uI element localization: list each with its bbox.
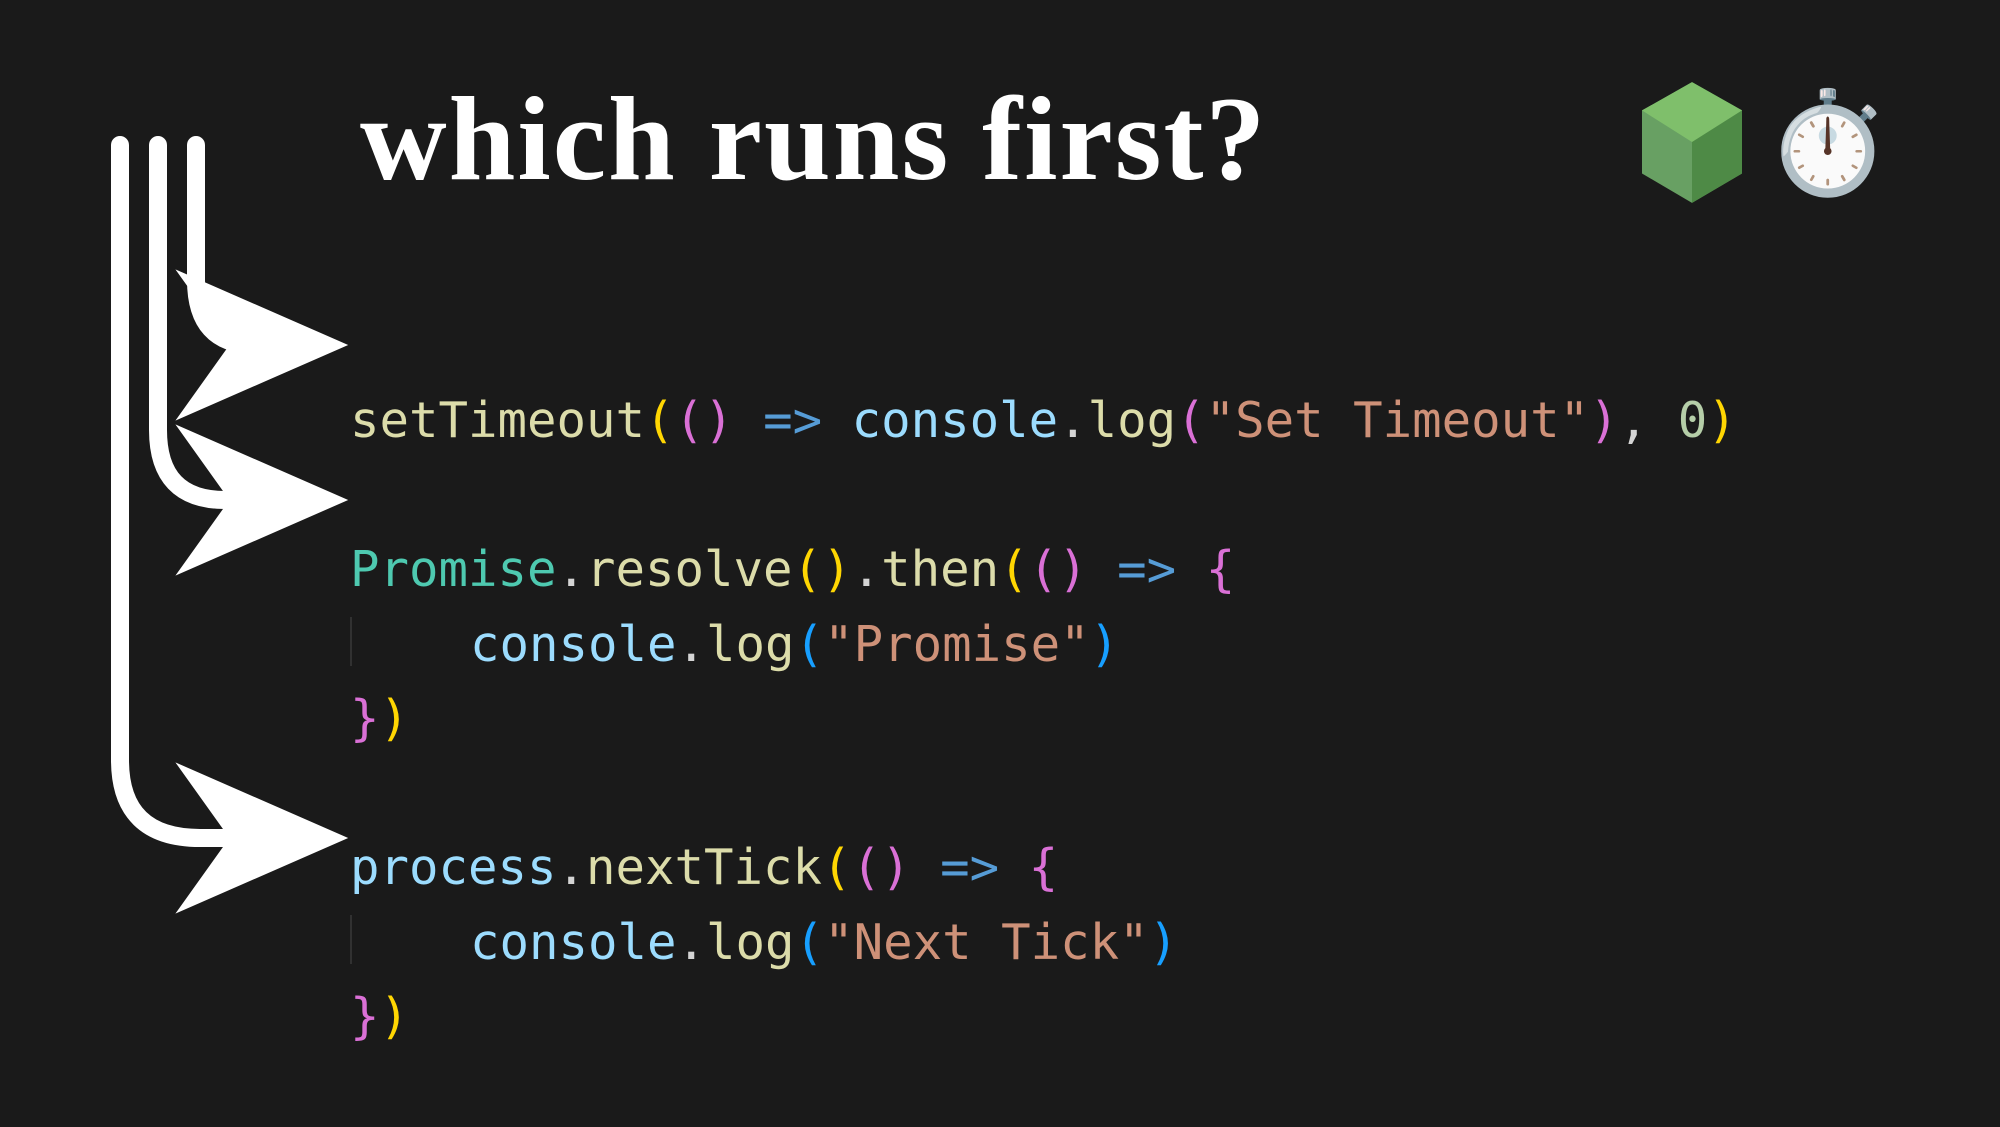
token-string-settimeout: "Set Timeout" xyxy=(1206,392,1590,449)
token-resolve: resolve xyxy=(586,541,793,598)
stopwatch-icon: ⏱️ xyxy=(1765,93,1890,193)
code-line-nexttick-body: console.log("Next Tick") xyxy=(350,914,1178,971)
token-settimeout: setTimeout xyxy=(350,392,645,449)
token-arrow: => xyxy=(763,392,822,449)
token-log: log xyxy=(1088,392,1177,449)
code-line-promise-open: Promise.resolve().then(() => { xyxy=(350,541,1235,598)
token-log: log xyxy=(706,616,795,673)
token-promise: Promise xyxy=(350,541,557,598)
token-nexttick: nextTick xyxy=(586,839,822,896)
token-console: console xyxy=(852,392,1059,449)
code-line-promise-body: console.log("Promise") xyxy=(350,616,1119,673)
code-line-promise-close: }) xyxy=(350,690,409,747)
token-log: log xyxy=(706,914,795,971)
token-process: process xyxy=(350,839,557,896)
token-console: console xyxy=(470,914,677,971)
code-line-nexttick-close: }) xyxy=(350,988,409,1045)
token-arrow: => xyxy=(1117,541,1176,598)
code-block: setTimeout(() => console.log("Set Timeou… xyxy=(350,310,1737,1055)
token-zero: 0 xyxy=(1678,392,1708,449)
node-logo-icon xyxy=(1637,80,1747,205)
arrow-to-nexttick xyxy=(120,145,305,838)
token-console: console xyxy=(470,616,677,673)
token-string-nexttick: "Next Tick" xyxy=(824,914,1149,971)
page-title: which runs first? xyxy=(360,70,1267,208)
code-line-nexttick-open: process.nextTick(() => { xyxy=(350,839,1058,896)
code-line-settimeout: setTimeout(() => console.log("Set Timeou… xyxy=(350,392,1737,449)
emoji-row: ⏱️ xyxy=(1637,80,1890,205)
arrow-to-promise xyxy=(158,145,305,500)
token-arrow: => xyxy=(940,839,999,896)
token-string-promise: "Promise" xyxy=(824,616,1090,673)
arrow-to-settimeout xyxy=(196,145,305,345)
token-then: then xyxy=(881,541,999,598)
